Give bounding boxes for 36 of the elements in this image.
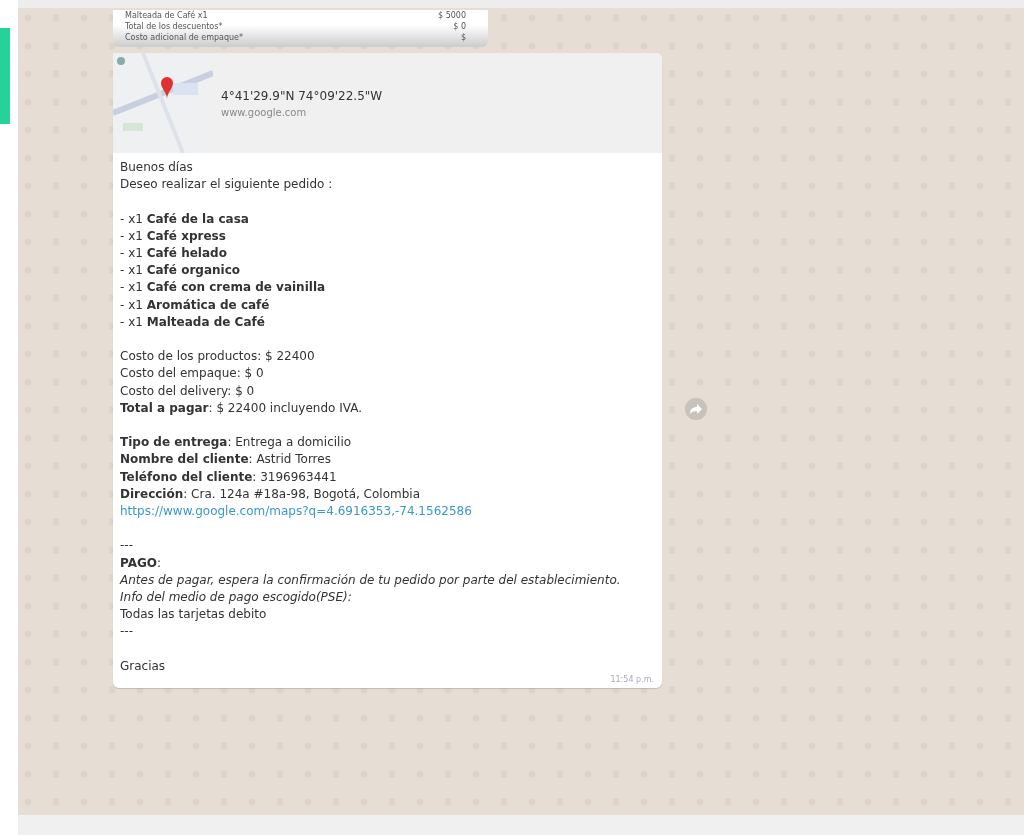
message-text: - x1 Malteada de Café <box>120 313 265 331</box>
message-text: - x1 Café organico <box>120 262 240 280</box>
message-text: Costo del delivery: $ 0 <box>120 382 255 400</box>
location-site: www.google.com <box>221 106 308 118</box>
message-text: Costo del empaque: $ 0 <box>120 365 264 383</box>
location-preview[interactable]: 4°41'29.9"N 74°09'22.5"W www.google.com <box>113 53 662 153</box>
message-text: - x1 Aromática de café <box>120 296 270 314</box>
message-text: Gracias <box>120 657 166 675</box>
message-text: Buenos días <box>120 159 193 176</box>
message-text: Dirección: Cra. 124a #18a-98, Bogotá, Colombia <box>120 485 420 503</box>
message-text: Teléfono del cliente: 3196963441 <box>120 468 337 486</box>
message-time: 11:54 p.m. <box>610 675 654 684</box>
forward-button[interactable] <box>685 398 707 420</box>
message-text: --- <box>120 537 133 555</box>
row-value: $ 5000 <box>438 10 466 21</box>
message-text: Nombre del cliente: Astrid Torres <box>120 451 331 469</box>
message-text: - x1 Café xpress <box>120 227 226 245</box>
row-label: Malteada de Café x1 <box>125 10 208 21</box>
message-text: --- <box>120 623 133 641</box>
message-text: Total a pagar: $ 22400 incluyendo IVA. <box>120 399 362 417</box>
row-value: $ 0 <box>453 21 466 32</box>
message-text: - x1 Café helado <box>120 245 227 262</box>
row-label: Total de los descuentos* <box>125 21 223 32</box>
row-value: $ <box>460 32 466 43</box>
message-text: Todas las tarjetas debito <box>120 606 267 624</box>
forward-icon <box>690 404 702 414</box>
message-text: Info del medio de pago escogido(PSE): <box>120 589 352 606</box>
message-text: Costo de los productos: $ 22400 <box>120 348 315 366</box>
message-text: PAGO: <box>120 554 162 572</box>
message-text: Antes de pagar, espera la confirmación de tu pedido por parte del establecimiento. <box>120 571 621 589</box>
message-text: - x1 Café con crema de vainilla <box>120 279 326 297</box>
message-text: Tipo de entrega: Entrega a domicilio <box>120 434 352 452</box>
message-text: Deseo realizar el siguiente pedido : <box>120 176 333 194</box>
location-coordinates: 4°41'29.9"N 74°09'22.5"W <box>221 88 383 103</box>
row-label: Costo adicional de empaque* <box>125 32 243 43</box>
message-text: - x1 Café de la casa <box>120 210 249 228</box>
